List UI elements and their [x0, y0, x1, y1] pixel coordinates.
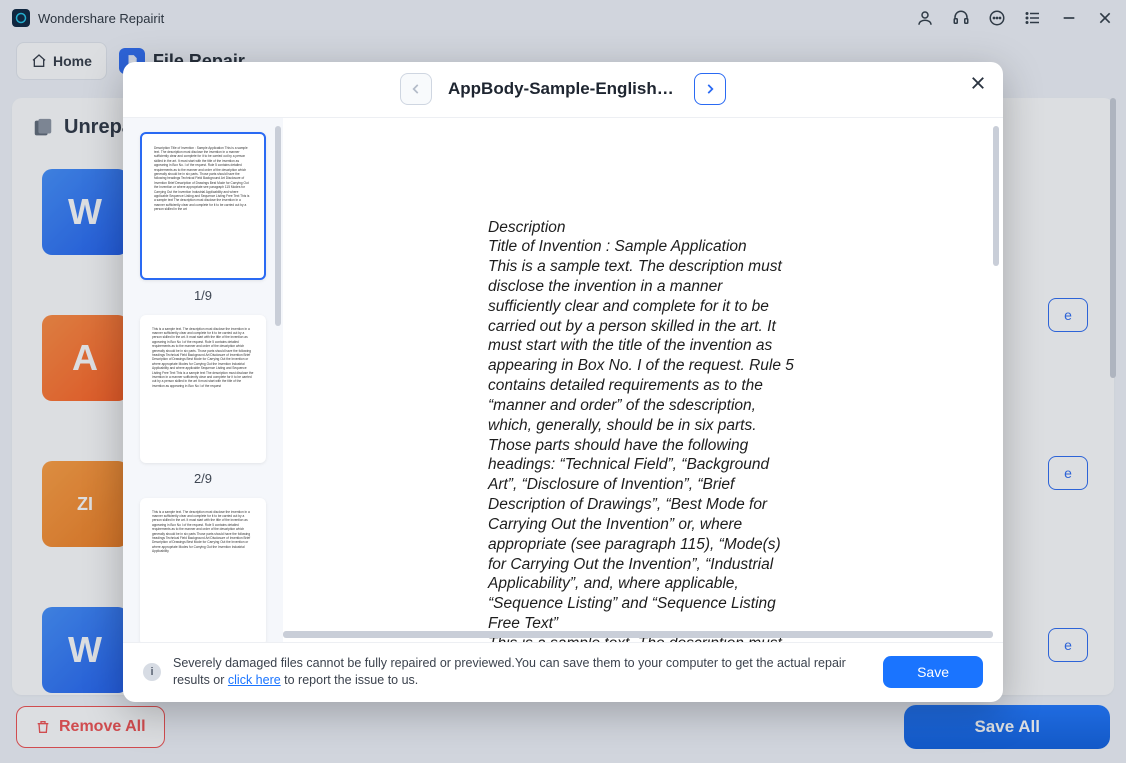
- page-thumb-3[interactable]: This is a sample text. The description m…: [140, 498, 266, 642]
- modal-filename: AppBody-Sample-English.d…: [448, 79, 678, 99]
- info-icon: i: [143, 663, 161, 681]
- modal-footer: i Severely damaged files cannot be fully…: [123, 642, 1003, 702]
- thumbnails-pane[interactable]: Description Title of Invention : Sample …: [123, 118, 283, 642]
- preview-pane[interactable]: DescriptionTitle of Invention : Sample A…: [283, 118, 1003, 642]
- page-thumb-2[interactable]: This is a sample text. The description m…: [140, 315, 266, 463]
- thumbs-scrollbar[interactable]: [275, 126, 281, 326]
- close-button[interactable]: [967, 72, 989, 94]
- thumb-preview-text: This is a sample text. The description m…: [152, 510, 254, 554]
- preview-h-scrollbar[interactable]: [283, 631, 993, 638]
- modal-body: Description Title of Invention : Sample …: [123, 118, 1003, 642]
- modal-overlay: AppBody-Sample-English.d… Description Ti…: [0, 0, 1126, 763]
- document-content: DescriptionTitle of Invention : Sample A…: [488, 218, 798, 642]
- save-button[interactable]: Save: [883, 656, 983, 688]
- footer-msg-post: to report the issue to us.: [281, 673, 419, 687]
- page-thumb-1[interactable]: Description Title of Invention : Sample …: [140, 132, 266, 280]
- thumb-label-2: 2/9: [133, 471, 273, 486]
- report-issue-link[interactable]: click here: [228, 673, 281, 687]
- preview-modal: AppBody-Sample-English.d… Description Ti…: [123, 62, 1003, 702]
- next-file-button[interactable]: [694, 73, 726, 105]
- thumb-preview-text: This is a sample text. The description m…: [152, 327, 254, 389]
- prev-file-button[interactable]: [400, 73, 432, 105]
- footer-message: Severely damaged files cannot be fully r…: [173, 655, 871, 689]
- thumb-preview-text: Description Title of Invention : Sample …: [154, 146, 252, 212]
- modal-header: AppBody-Sample-English.d…: [123, 62, 1003, 118]
- thumb-label-1: 1/9: [133, 288, 273, 303]
- preview-scrollbar[interactable]: [993, 126, 999, 266]
